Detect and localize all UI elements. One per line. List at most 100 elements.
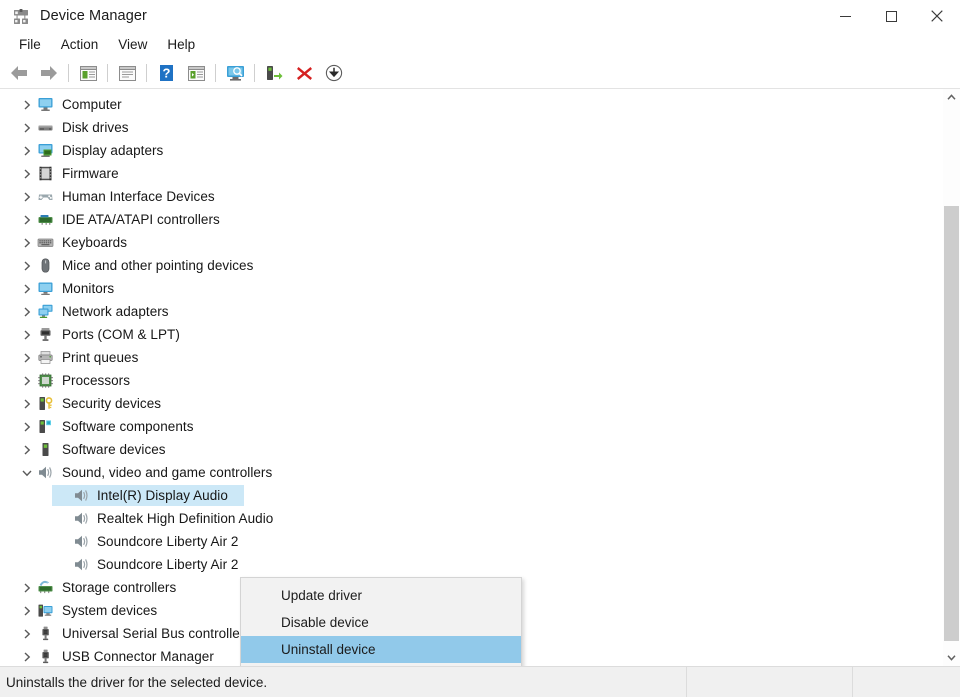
tree-row[interactable]: Processors xyxy=(0,369,942,392)
tree-row[interactable]: Intel(R) Display Audio xyxy=(0,484,942,507)
tree-row[interactable]: Monitors xyxy=(0,277,942,300)
tree-row[interactable]: Soundcore Liberty Air 2 xyxy=(0,553,942,576)
tree-row[interactable]: Security devices xyxy=(0,392,942,415)
display-adapter-icon xyxy=(36,142,54,160)
context-menu[interactable]: Update driverDisable deviceUninstall dev… xyxy=(240,577,522,666)
tree-expander[interactable] xyxy=(18,139,36,162)
scroll-thumb[interactable] xyxy=(944,206,959,641)
tree-expander[interactable] xyxy=(18,599,36,622)
minimize-button[interactable] xyxy=(822,0,868,32)
back-button[interactable] xyxy=(4,60,34,86)
tree-row[interactable]: Print queues xyxy=(0,346,942,369)
tree-row[interactable]: Sound, video and game controllers xyxy=(0,461,942,484)
tree-row[interactable]: Ports (COM & LPT) xyxy=(0,323,942,346)
tree-expander[interactable] xyxy=(18,93,36,116)
tree-expander[interactable] xyxy=(18,622,36,645)
tree-expander[interactable] xyxy=(18,231,36,254)
menu-help[interactable]: Help xyxy=(157,34,205,56)
tree-expander[interactable] xyxy=(18,645,36,666)
speaker-icon xyxy=(73,533,90,550)
toolbar-separator-2 xyxy=(107,64,108,82)
tree-expander[interactable] xyxy=(18,576,36,599)
status-text: Uninstalls the driver for the selected d… xyxy=(6,675,267,690)
speaker-icon xyxy=(37,464,54,481)
tree-row-label: Soundcore Liberty Air 2 xyxy=(97,534,238,549)
speaker-icon xyxy=(72,533,90,551)
scroll-up-button[interactable] xyxy=(943,89,960,106)
context-menu-item[interactable]: Update driver xyxy=(241,582,521,609)
computer-icon xyxy=(37,96,54,113)
tree-row[interactable]: Keyboards xyxy=(0,231,942,254)
tree-row[interactable]: IDE ATA/ATAPI controllers xyxy=(0,208,942,231)
monitor-scan-icon xyxy=(225,64,246,82)
scroll-track[interactable] xyxy=(943,106,960,649)
scroll-down-button[interactable] xyxy=(943,649,960,666)
tree-expander[interactable] xyxy=(18,346,36,369)
toolbar: ? xyxy=(0,58,960,89)
tree-expander[interactable] xyxy=(18,277,36,300)
menu-action[interactable]: Action xyxy=(51,34,109,56)
tree-expander[interactable] xyxy=(54,530,72,553)
maximize-button[interactable] xyxy=(868,0,914,32)
uninstall-device-button[interactable] xyxy=(289,60,319,86)
show-hide-action-pane-button[interactable] xyxy=(181,60,211,86)
tree-expander[interactable] xyxy=(18,438,36,461)
tree-expander[interactable] xyxy=(18,162,36,185)
speaker-icon xyxy=(72,487,90,505)
context-menu-item[interactable]: Uninstall device xyxy=(241,636,521,663)
menu-view[interactable]: View xyxy=(108,34,157,56)
tree-row[interactable]: Network adapters xyxy=(0,300,942,323)
chevron-right-icon xyxy=(23,307,31,317)
tree-expander[interactable] xyxy=(18,254,36,277)
tree-row-label: USB Connector Manager xyxy=(62,649,214,664)
chevron-right-icon xyxy=(23,123,31,133)
disk-drive-icon xyxy=(37,119,54,136)
tree-row[interactable]: Disk drives xyxy=(0,116,942,139)
help-button[interactable]: ? xyxy=(151,60,181,86)
speaker-icon xyxy=(36,464,54,482)
update-driver-button[interactable] xyxy=(259,60,289,86)
chevron-down-icon xyxy=(22,469,32,477)
tree-row-label: System devices xyxy=(62,603,157,618)
tree-expander[interactable] xyxy=(18,461,36,484)
tree-expander[interactable] xyxy=(18,300,36,323)
tree-expander[interactable] xyxy=(18,369,36,392)
tree-row[interactable]: Computer xyxy=(0,93,942,116)
tree-row[interactable]: Mice and other pointing devices xyxy=(0,254,942,277)
tree-row[interactable]: Human Interface Devices xyxy=(0,185,942,208)
tree-expander[interactable] xyxy=(18,323,36,346)
chevron-right-icon xyxy=(23,376,31,386)
speaker-icon xyxy=(72,510,90,528)
forward-button[interactable] xyxy=(34,60,64,86)
tree-expander[interactable] xyxy=(18,185,36,208)
vertical-scrollbar[interactable] xyxy=(942,89,960,666)
tree-row[interactable]: Software devices xyxy=(0,438,942,461)
monitor-icon xyxy=(36,280,54,298)
scan-hardware-changes-button[interactable] xyxy=(220,60,250,86)
properties-button[interactable] xyxy=(112,60,142,86)
tree-expander[interactable] xyxy=(54,553,72,576)
tree-row[interactable]: Realtek High Definition Audio xyxy=(0,507,942,530)
speaker-icon xyxy=(73,487,90,504)
menu-file[interactable]: File xyxy=(9,34,51,56)
tree-expander[interactable] xyxy=(18,208,36,231)
status-pane-main: Uninstalls the driver for the selected d… xyxy=(0,667,687,697)
show-hide-console-tree-button[interactable] xyxy=(73,60,103,86)
disable-device-button[interactable] xyxy=(319,60,349,86)
red-x-icon xyxy=(296,65,313,82)
tree-row[interactable]: Soundcore Liberty Air 2 xyxy=(0,530,942,553)
chevron-right-icon xyxy=(23,652,31,662)
tree-row[interactable]: Software components xyxy=(0,415,942,438)
tree-expander[interactable] xyxy=(18,116,36,139)
processor-icon xyxy=(36,372,54,390)
tree-expander[interactable] xyxy=(54,507,72,530)
tree-row[interactable]: Display adapters xyxy=(0,139,942,162)
tree-expander[interactable] xyxy=(18,392,36,415)
tree-expander[interactable] xyxy=(54,484,72,507)
context-menu-item[interactable]: Disable device xyxy=(241,609,521,636)
speaker-icon xyxy=(73,510,90,527)
chevron-right-icon xyxy=(23,261,31,271)
tree-row[interactable]: Firmware xyxy=(0,162,942,185)
tree-expander[interactable] xyxy=(18,415,36,438)
close-button[interactable] xyxy=(914,0,960,32)
